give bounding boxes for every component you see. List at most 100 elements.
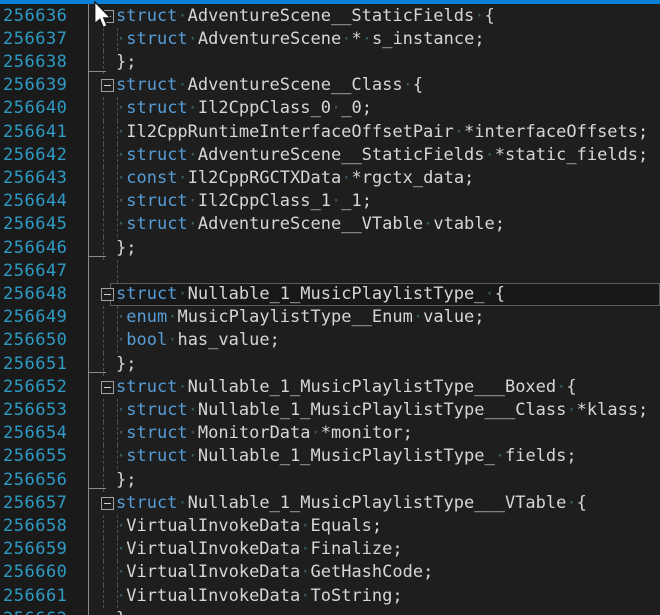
fold-region-guide [103,213,105,236]
code-line[interactable]: 256645 ·struct·AdventureScene__VTable·vta… [0,213,660,236]
fold-region-guide [103,445,105,468]
line-number[interactable]: 256645 [3,213,67,236]
code-text[interactable]: ·VirtualInvokeData·Finalize; [116,538,403,561]
line-number[interactable]: 256662 [3,608,67,615]
fold-collapse-icon[interactable] [101,381,114,394]
minus-glyph [104,387,111,388]
code-text[interactable]: ·struct·Il2CppClass_0·_0; [116,97,372,120]
code-line[interactable]: 256643 ·const·Il2CppRGCTXData·*rgctx_data… [0,167,660,190]
code-text[interactable]: }; [116,353,136,376]
minus-glyph [104,503,111,504]
fold-region-guide [103,585,105,608]
line-number[interactable]: 256637 [3,28,67,51]
code-line[interactable]: 256651}; [0,353,660,376]
fold-region-guide [103,329,105,352]
code-text[interactable]: }; [116,608,136,615]
line-number[interactable]: 256658 [3,515,67,538]
line-number[interactable]: 256656 [3,469,67,492]
line-number[interactable]: 256650 [3,329,67,352]
code-text[interactable]: struct·AdventureScene__StaticFields·{ [116,5,495,28]
code-line[interactable]: 256649 ·enum·MusicPlaylistType__Enum·valu… [0,306,660,329]
fold-region-guide [103,144,105,167]
fold-collapse-icon[interactable] [101,288,114,301]
code-line[interactable]: 256642 ·struct·AdventureScene__StaticFiel… [0,144,660,167]
line-number[interactable]: 256643 [3,167,67,190]
indent-guide [117,260,119,283]
code-text[interactable]: }; [116,469,136,492]
code-text[interactable]: ·enum·MusicPlaylistType__Enum·value; [116,306,485,329]
fold-collapse-icon[interactable] [101,497,114,510]
code-text[interactable]: ·struct·AdventureScene__VTable·vtable; [116,213,505,236]
line-number[interactable]: 256648 [3,283,67,306]
fold-collapse-icon[interactable] [101,10,114,23]
line-number[interactable]: 256636 [3,5,67,28]
code-line[interactable]: 256648 struct·Nullable_1_MusicPlaylistTyp… [0,283,660,306]
code-text[interactable]: ·bool·has_value; [116,329,280,352]
code-line[interactable]: 256658 ·VirtualInvokeData·Equals; [0,515,660,538]
code-line[interactable]: 256644 ·struct·Il2CppClass_1·_1; [0,190,660,213]
line-number[interactable]: 256647 [3,260,67,283]
code-line[interactable]: 256659 ·VirtualInvokeData·Finalize; [0,538,660,561]
line-number[interactable]: 256642 [3,144,67,167]
code-text[interactable]: ·struct·AdventureScene__StaticFields·*st… [116,144,648,167]
code-line[interactable]: 256640 ·struct·Il2CppClass_0·_0; [0,97,660,120]
line-number[interactable]: 256657 [3,492,67,515]
line-number[interactable]: 256638 [3,51,67,74]
code-line[interactable]: 256661 ·VirtualInvokeData·ToString; [0,585,660,608]
fold-end-corner [88,71,106,72]
code-text[interactable]: ·Il2CppRuntimeInterfaceOffsetPair·*inter… [116,121,648,144]
code-text[interactable]: struct·Nullable_1_MusicPlaylistType___VT… [116,492,587,515]
line-number[interactable]: 256661 [3,585,67,608]
code-line[interactable]: 256636 struct·AdventureScene__StaticField… [0,5,660,28]
line-number[interactable]: 256640 [3,97,67,120]
line-number[interactable]: 256659 [3,538,67,561]
code-text[interactable]: }; [116,51,136,74]
code-line[interactable]: 256646}; [0,237,660,260]
code-text[interactable]: ·VirtualInvokeData·ToString; [116,585,403,608]
code-text[interactable]: ·VirtualInvokeData·Equals; [116,515,382,538]
code-line[interactable]: 256655 ·struct·Nullable_1_MusicPlaylistTy… [0,445,660,468]
code-line[interactable]: 256662}; [0,608,660,615]
code-text[interactable]: struct·Nullable_1_MusicPlaylistType___Bo… [116,376,577,399]
code-line[interactable]: 256656}; [0,469,660,492]
code-line[interactable]: 256654 ·struct·MonitorData·*monitor; [0,422,660,445]
code-text[interactable]: ·struct·Nullable_1_MusicPlaylistType_·fi… [116,445,577,468]
code-line[interactable]: 256660 ·VirtualInvokeData·GetHashCode; [0,561,660,584]
code-text[interactable]: ·VirtualInvokeData·GetHashCode; [116,561,433,584]
code-line[interactable]: 256653 ·struct·Nullable_1_MusicPlaylistTy… [0,399,660,422]
line-number[interactable]: 256660 [3,561,67,584]
code-line[interactable]: 256657 struct·Nullable_1_MusicPlaylistTyp… [0,492,660,515]
code-line[interactable]: 256647 [0,260,660,283]
fold-region-guide [103,121,105,144]
code-text[interactable]: ·struct·Nullable_1_MusicPlaylistType___C… [116,399,648,422]
line-number[interactable]: 256646 [3,237,67,260]
minus-glyph [104,16,111,17]
code-line[interactable]: 256639 struct·AdventureScene__Class·{ [0,74,660,97]
fold-region-guide [103,538,105,561]
line-number[interactable]: 256649 [3,306,67,329]
line-number[interactable]: 256654 [3,422,67,445]
code-text[interactable]: }; [116,237,136,260]
line-number[interactable]: 256651 [3,353,67,376]
code-line[interactable]: 256637 ·struct·AdventureScene·*·s_instanc… [0,28,660,51]
line-number[interactable]: 256652 [3,376,67,399]
line-number[interactable]: 256641 [3,121,67,144]
code-text[interactable]: ·const·Il2CppRGCTXData·*rgctx_data; [116,167,474,190]
code-text[interactable]: struct·Nullable_1_MusicPlaylistType_·{ [116,283,505,306]
line-number[interactable]: 256653 [3,399,67,422]
code-line[interactable]: 256641 ·Il2CppRuntimeInterfaceOffsetPair·… [0,121,660,144]
window-accent-bar [0,0,660,4]
code-text[interactable]: ·struct·AdventureScene·*·s_instance; [116,28,485,51]
fold-region-guide [103,422,105,445]
code-line[interactable]: 256638}; [0,51,660,74]
fold-collapse-icon[interactable] [101,79,114,92]
code-text[interactable]: ·struct·Il2CppClass_1·_1; [116,190,372,213]
fold-region-guide [103,561,105,584]
code-text[interactable]: ·struct·MonitorData·*monitor; [116,422,413,445]
code-line[interactable]: 256650 ·bool·has_value; [0,329,660,352]
code-text[interactable]: struct·AdventureScene__Class·{ [116,74,423,97]
line-number[interactable]: 256644 [3,190,67,213]
line-number[interactable]: 256655 [3,445,67,468]
line-number[interactable]: 256639 [3,74,67,97]
code-line[interactable]: 256652 struct·Nullable_1_MusicPlaylistTyp… [0,376,660,399]
